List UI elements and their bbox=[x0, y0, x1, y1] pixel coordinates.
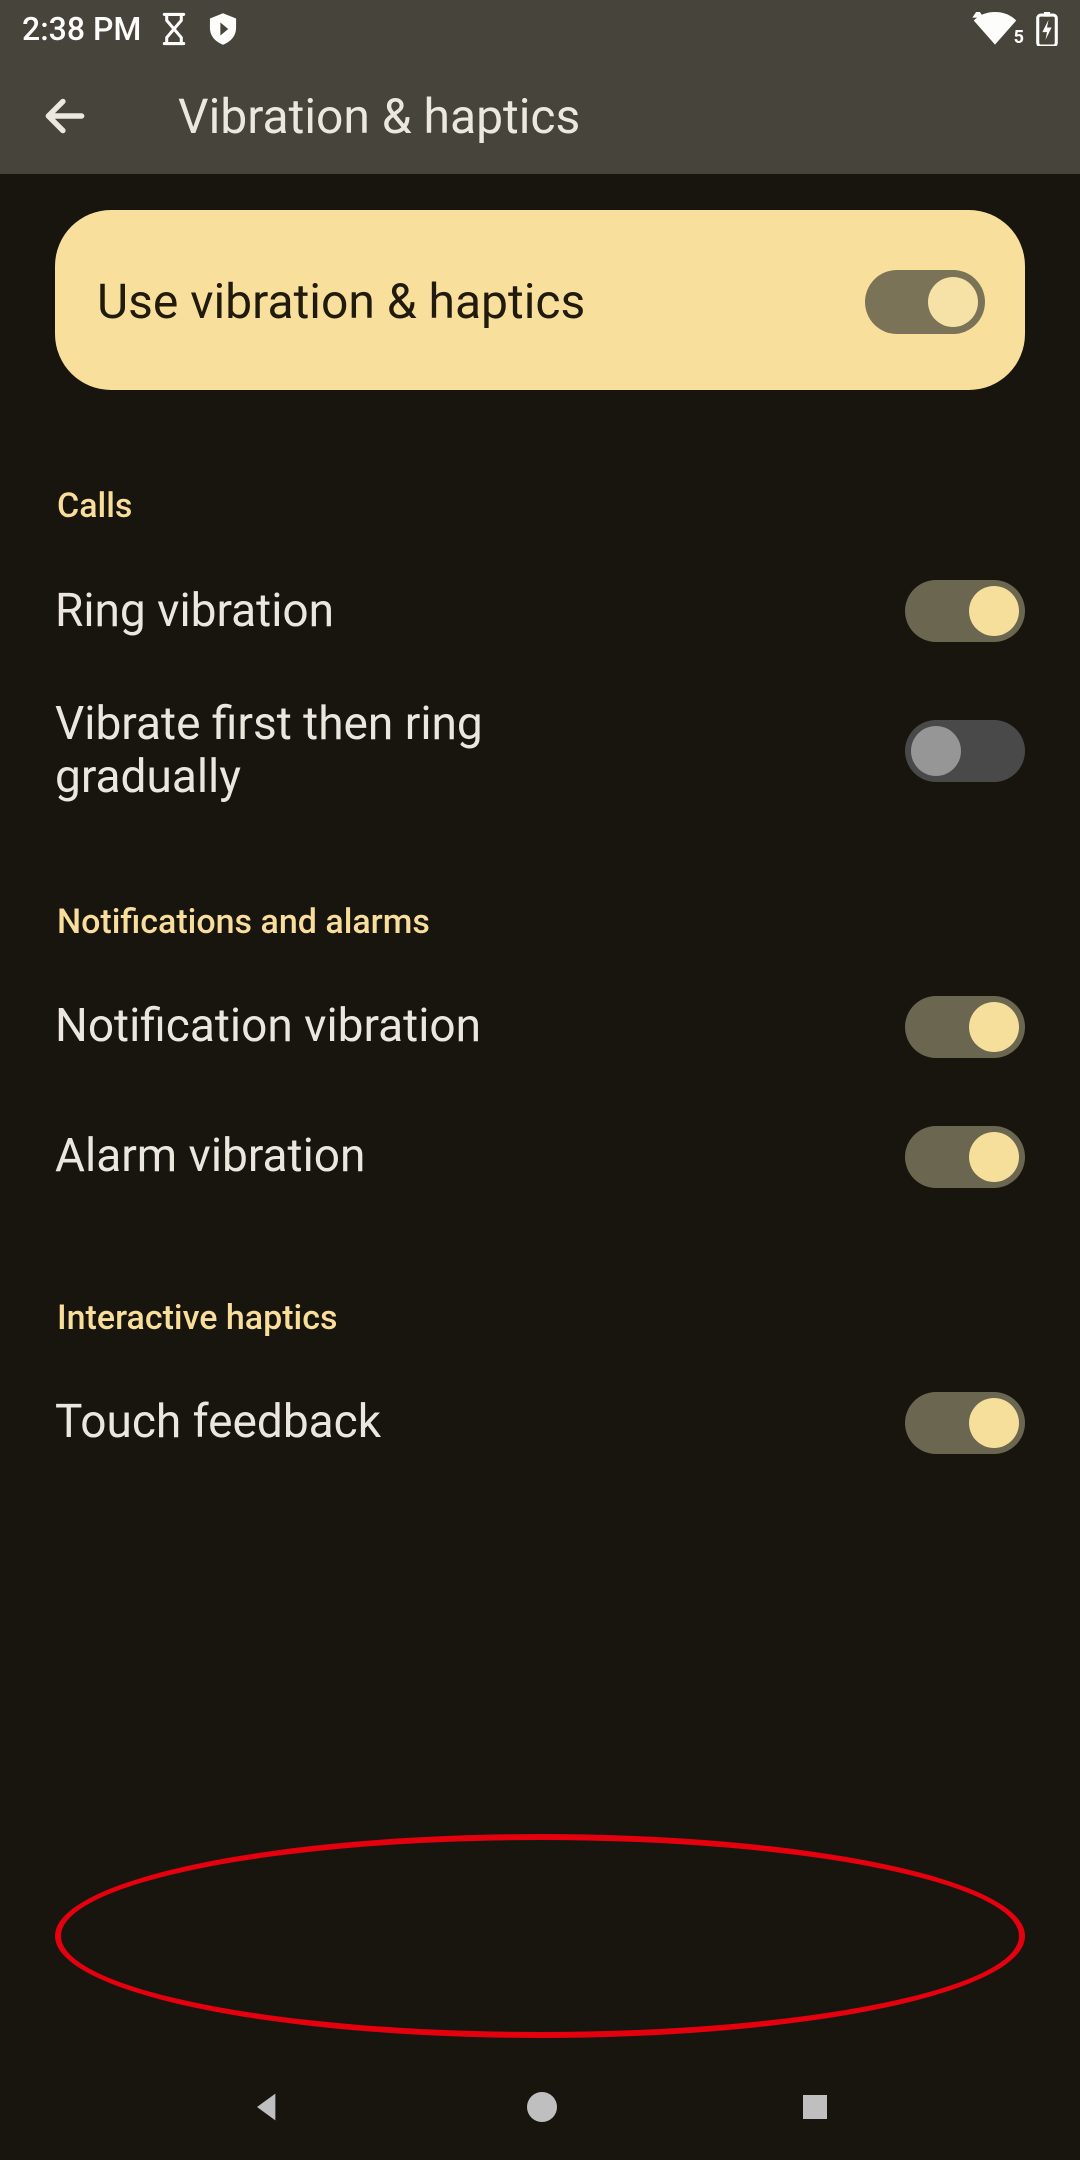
wifi-badge: 5 bbox=[1014, 27, 1024, 48]
switch-vibrate-first-then-ring-gradually[interactable] bbox=[905, 720, 1025, 782]
row-vibrate-first-then-ring-gradually[interactable]: Vibrate first then ring gradually bbox=[55, 670, 1025, 820]
wifi-icon: 5 bbox=[972, 12, 1018, 46]
section-interactive-haptics: Interactive haptics Touch feedback bbox=[55, 1298, 1025, 1482]
status-left: 2:38 PM bbox=[22, 10, 239, 48]
battery-charging-icon bbox=[1036, 12, 1058, 46]
row-notification-vibration[interactable]: Notification vibration bbox=[55, 956, 1025, 1086]
master-haptics-switch[interactable] bbox=[865, 270, 985, 334]
page-title: Vibration & haptics bbox=[178, 88, 580, 145]
master-haptics-card[interactable]: Use vibration & haptics bbox=[55, 210, 1025, 390]
section-header: Interactive haptics bbox=[55, 1298, 1025, 1352]
section-header: Notifications and alarms bbox=[55, 902, 1025, 956]
switch-alarm-vibration[interactable] bbox=[905, 1126, 1025, 1188]
row-ring-vibration[interactable]: Ring vibration bbox=[55, 540, 1025, 670]
status-right: 5 bbox=[972, 12, 1058, 46]
settings-content: Use vibration & haptics Calls Ring vibra… bbox=[0, 174, 1080, 1482]
status-time: 2:38 PM bbox=[22, 10, 141, 48]
row-alarm-vibration[interactable]: Alarm vibration bbox=[55, 1086, 1025, 1216]
status-bar: 2:38 PM 5 bbox=[0, 0, 1080, 58]
switch-ring-vibration[interactable] bbox=[905, 580, 1025, 642]
row-label: Ring vibration bbox=[55, 585, 334, 638]
section-notifications-and-alarms: Notifications and alarms Notification vi… bbox=[55, 902, 1025, 1216]
system-nav-bar bbox=[0, 2064, 1080, 2160]
nav-home-icon[interactable] bbox=[522, 2087, 562, 2127]
hourglass-icon bbox=[159, 12, 189, 46]
row-label: Touch feedback bbox=[55, 1396, 381, 1449]
back-arrow-icon[interactable] bbox=[40, 91, 90, 141]
section-header: Calls bbox=[55, 486, 1025, 540]
nav-recent-icon[interactable] bbox=[797, 2089, 833, 2125]
app-bar: Vibration & haptics bbox=[0, 58, 1080, 174]
switch-touch-feedback[interactable] bbox=[905, 1392, 1025, 1454]
row-label: Alarm vibration bbox=[55, 1130, 365, 1183]
row-label: Vibrate first then ring gradually bbox=[55, 698, 615, 804]
switch-notification-vibration[interactable] bbox=[905, 996, 1025, 1058]
section-calls: Calls Ring vibration Vibrate first then … bbox=[55, 486, 1025, 820]
annotation-highlight-ellipse bbox=[55, 1834, 1025, 2038]
nav-back-icon[interactable] bbox=[247, 2087, 287, 2127]
row-label: Notification vibration bbox=[55, 1000, 481, 1053]
shield-play-icon bbox=[207, 12, 239, 46]
master-haptics-label: Use vibration & haptics bbox=[97, 274, 585, 329]
row-touch-feedback[interactable]: Touch feedback bbox=[55, 1352, 1025, 1482]
